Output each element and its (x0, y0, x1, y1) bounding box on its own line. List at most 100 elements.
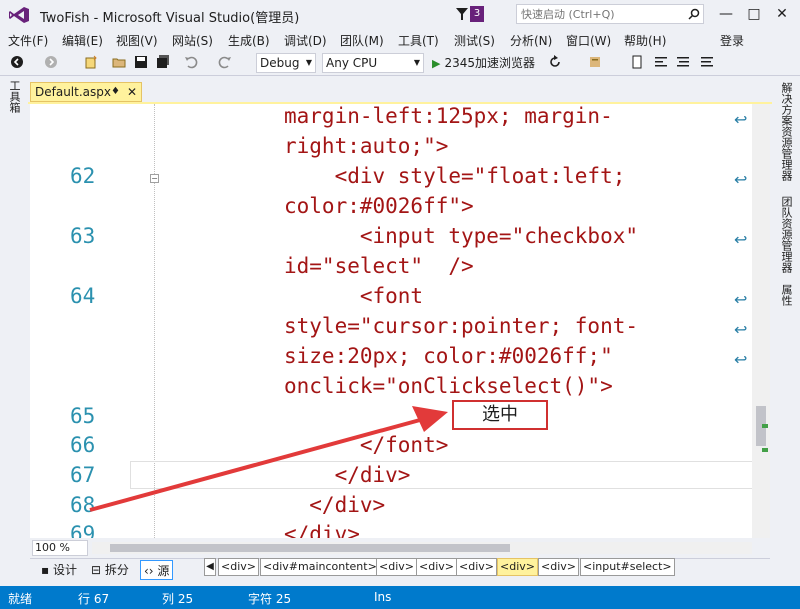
code-line[interactable]: color:#0026ff"> (284, 194, 474, 218)
code-line[interactable]: <input type="checkbox" (284, 224, 638, 248)
save-all-icon[interactable] (156, 55, 170, 69)
line-number: 64 (70, 284, 96, 308)
code-line[interactable]: <font (284, 284, 423, 308)
uncomment-icon[interactable] (700, 55, 714, 69)
design-view-label: 设计 (52, 563, 77, 577)
team-explorer-tab[interactable]: 团队资源管理器 (778, 196, 794, 273)
line-number: 62 (70, 164, 96, 188)
save-icon[interactable] (134, 55, 148, 69)
menu-website[interactable]: 网站(S) (172, 32, 213, 49)
code-line[interactable]: onclick="onClickselect()"> (284, 374, 613, 398)
line-number: 67 (70, 463, 96, 487)
solution-config-select[interactable]: Debug ▼ (256, 53, 316, 73)
comment-icon[interactable] (676, 55, 690, 69)
menu-edit[interactable]: 编辑(E) (62, 32, 103, 49)
menu-file[interactable]: 文件(F) (8, 32, 48, 49)
highlight-annotation-box: 选中 (452, 400, 548, 430)
menu-window[interactable]: 窗口(W) (566, 32, 611, 49)
code-line[interactable]: style="cursor:pointer; font- (284, 314, 638, 338)
redo-icon[interactable] (218, 55, 232, 69)
undo-icon[interactable] (184, 55, 198, 69)
menu-build[interactable]: 生成(B) (228, 32, 270, 49)
design-view-button[interactable]: ▪ 设计 (38, 560, 80, 580)
visual-studio-logo-icon (9, 7, 29, 23)
refresh-icon[interactable] (548, 55, 562, 69)
word-wrap-icon: ↩ (734, 290, 748, 309)
menu-help[interactable]: 帮助(H) (624, 32, 666, 49)
split-view-icon: ⊟ (91, 563, 105, 577)
left-tool-strip (0, 78, 28, 586)
open-file-icon[interactable] (112, 55, 126, 69)
code-line[interactable]: <div style="float:left; (284, 164, 626, 188)
source-view-button[interactable]: ‹› 源 (140, 560, 174, 580)
breadcrumb-item[interactable]: <input#select> (580, 558, 675, 576)
breadcrumb-item-active[interactable]: <div> (497, 558, 538, 576)
status-ready: 就绪 (8, 592, 33, 606)
vertical-scrollbar[interactable] (752, 104, 770, 538)
window-title: TwoFish - Microsoft Visual Studio(管理员) (40, 11, 300, 26)
zoom-select[interactable]: 100 % (32, 540, 88, 556)
close-button[interactable]: ✕ (768, 4, 796, 24)
close-tab-icon[interactable]: ✕ (127, 83, 137, 101)
maximize-button[interactable]: □ (740, 4, 768, 24)
word-wrap-icon: ↩ (734, 230, 748, 249)
collapse-toggle-icon[interactable]: − (150, 174, 159, 183)
solution-explorer-tab[interactable]: 解决方案资源管理器 (778, 82, 794, 181)
status-row: 行 67 (78, 592, 110, 606)
breadcrumb-scroll-left-icon[interactable]: ◀ (204, 558, 216, 576)
source-view-label: 源 (157, 564, 170, 578)
start-browser-button[interactable]: ▶ 2345加速浏览器 (432, 53, 535, 73)
login-link[interactable]: 登录 (720, 32, 744, 49)
new-project-icon[interactable] (84, 55, 98, 69)
menu-analyze[interactable]: 分析(N) (510, 32, 552, 49)
breadcrumb-item[interactable]: <div> (456, 558, 497, 576)
toolbox-tab[interactable]: 工具箱 (6, 80, 22, 113)
menu-tools[interactable]: 工具(T) (398, 32, 439, 49)
code-editor[interactable]: − margin-left:125px; margin- right:auto;… (30, 104, 770, 538)
breadcrumb-item[interactable]: <div> (416, 558, 457, 576)
pin-icon[interactable]: ♦ (111, 83, 120, 101)
quick-launch-input[interactable] (516, 4, 704, 24)
source-view-icon: ‹› (144, 564, 158, 578)
status-bar: 就绪 行 67 列 25 字符 25 Ins (0, 586, 800, 609)
status-column: 列 25 (162, 592, 194, 606)
align-icon[interactable] (654, 55, 668, 69)
horizontal-scrollbar-thumb[interactable] (110, 544, 510, 552)
menu-debug[interactable]: 调试(D) (284, 32, 327, 49)
notification-badge[interactable]: 3 (470, 6, 484, 22)
word-wrap-icon: ↩ (734, 170, 748, 189)
menu-view[interactable]: 视图(V) (116, 32, 158, 49)
code-line[interactable]: size:20px; color:#0026ff;" (284, 344, 613, 368)
breadcrumb-item[interactable]: <div#maincontent> (260, 558, 380, 576)
change-marker (762, 424, 768, 428)
code-line[interactable]: </div> (284, 463, 411, 487)
search-icon[interactable] (688, 8, 700, 20)
line-number: 66 (70, 433, 96, 457)
run-target-label: 2345加速浏览器 (444, 56, 536, 70)
line-number: 63 (70, 224, 96, 248)
code-line[interactable]: right:auto;"> (284, 134, 448, 158)
menu-team[interactable]: 团队(M) (340, 32, 384, 49)
split-view-button[interactable]: ⊟ 拆分 (88, 560, 132, 580)
menu-test[interactable]: 测试(S) (454, 32, 495, 49)
filter-icon[interactable] (456, 8, 468, 20)
platform-value: Any CPU (326, 56, 378, 70)
properties-tab[interactable]: 属性 (778, 284, 794, 306)
design-view-icon: ▪ (41, 563, 53, 577)
bookmark-icon[interactable] (588, 55, 602, 69)
code-line[interactable]: id="select" /> (284, 254, 474, 278)
breadcrumb-item[interactable]: <div> (538, 558, 579, 576)
code-line[interactable]: </div> (284, 522, 360, 538)
forward-icon[interactable] (44, 55, 58, 69)
code-line[interactable]: </font> (284, 433, 449, 457)
document-icon[interactable] (630, 55, 644, 69)
back-icon[interactable] (10, 55, 24, 69)
code-line[interactable]: </div> (284, 493, 385, 517)
current-line-highlight (130, 461, 766, 489)
code-line[interactable]: margin-left:125px; margin- (284, 104, 613, 128)
breadcrumb-item[interactable]: <div> (218, 558, 259, 576)
minimize-button[interactable]: — (712, 4, 740, 24)
document-tab-default-aspx[interactable]: Default.aspx ♦ ✕ (30, 82, 142, 102)
platform-select[interactable]: Any CPU ▼ (322, 53, 424, 73)
breadcrumb-item[interactable]: <div> (376, 558, 417, 576)
